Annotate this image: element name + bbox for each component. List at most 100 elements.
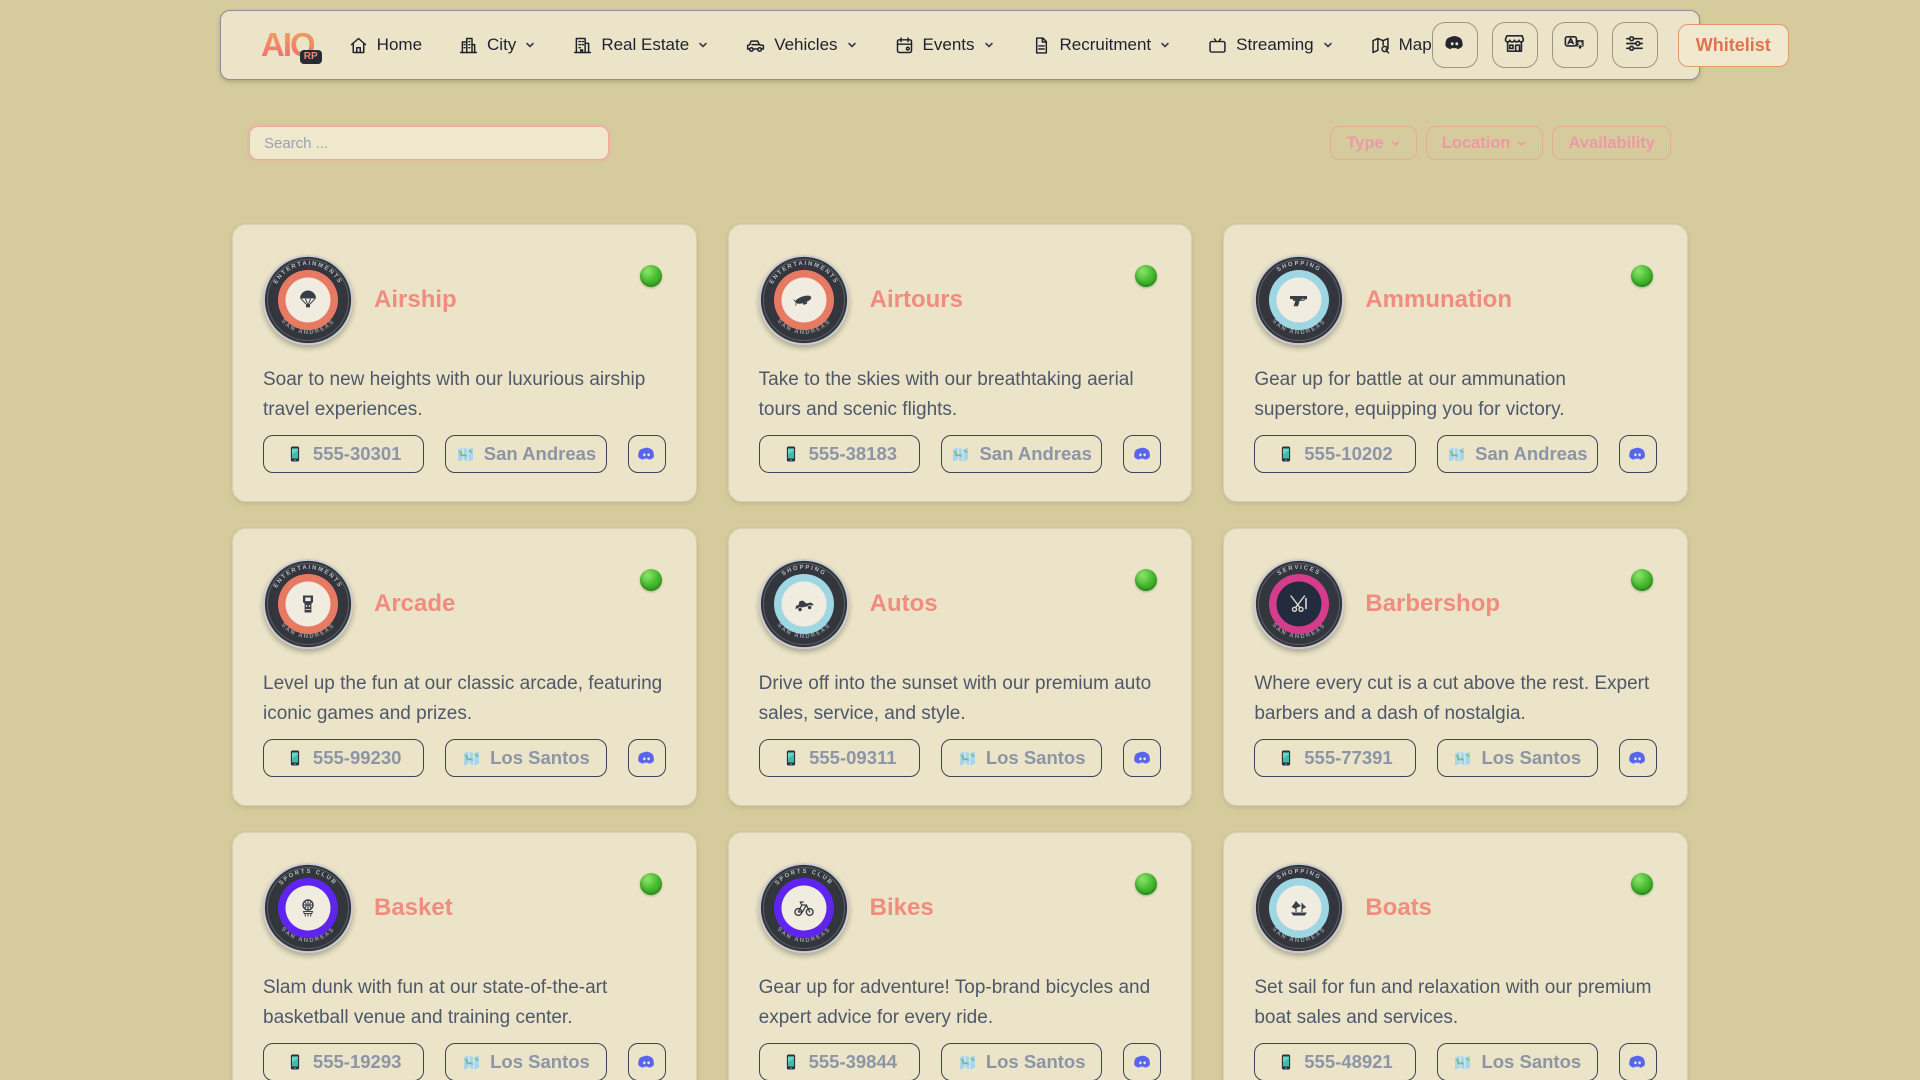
business-card-barbershop: SERVICES SAN ANDREAS Barbershop Where ev… bbox=[1223, 528, 1688, 806]
business-description: Soar to new heights with our luxurious a… bbox=[263, 365, 666, 426]
boats-logo-icon: SHOPPING SAN ANDREAS bbox=[1254, 863, 1344, 953]
phone-button[interactable]: 555-38183 bbox=[759, 435, 920, 473]
chevron-down-icon bbox=[1516, 138, 1527, 149]
business-description: Where every cut is a cut above the rest.… bbox=[1254, 669, 1657, 730]
phone-button[interactable]: 555-09311 bbox=[759, 739, 920, 777]
business-card-ammunation: SHOPPING SAN ANDREAS Ammunation Gear up … bbox=[1223, 224, 1688, 502]
world-map-icon bbox=[958, 749, 977, 768]
translate-icon bbox=[1563, 32, 1586, 58]
main-content: Type Location Availability ENTERTAINMENT… bbox=[232, 126, 1688, 1080]
status-indicator-online bbox=[640, 873, 662, 895]
basket-logo-icon: SPORTS CLUB SAN ANDREAS bbox=[263, 863, 353, 953]
translate-button[interactable] bbox=[1552, 22, 1598, 68]
phone-button[interactable]: 555-99230 bbox=[263, 739, 424, 777]
discord-button[interactable] bbox=[628, 435, 666, 473]
storefront-icon bbox=[1503, 32, 1526, 58]
chevron-down-icon bbox=[524, 39, 536, 51]
location-button[interactable]: Los Santos bbox=[445, 739, 606, 777]
business-title: Boats bbox=[1365, 894, 1432, 922]
chevron-down-icon bbox=[846, 39, 858, 51]
discord-icon bbox=[1132, 444, 1153, 465]
location-button[interactable]: San Andreas bbox=[941, 435, 1102, 473]
location-button[interactable]: Los Santos bbox=[941, 1043, 1102, 1080]
status-indicator-online bbox=[640, 265, 662, 287]
filter-type[interactable]: Type bbox=[1330, 126, 1416, 160]
phone-button[interactable]: 555-77391 bbox=[1254, 739, 1415, 777]
nav-item-streaming[interactable]: Streaming bbox=[1207, 35, 1333, 56]
discord-button[interactable] bbox=[628, 739, 666, 777]
discord-button[interactable] bbox=[1123, 739, 1161, 777]
business-description: Level up the fun at our classic arcade, … bbox=[263, 669, 666, 730]
status-indicator-online bbox=[640, 569, 662, 591]
location-button[interactable]: San Andreas bbox=[445, 435, 606, 473]
phone-button[interactable]: 555-48921 bbox=[1254, 1043, 1415, 1080]
mobile-phone-icon bbox=[782, 445, 800, 463]
location-button[interactable]: Los Santos bbox=[445, 1043, 606, 1080]
location-button[interactable]: Los Santos bbox=[941, 739, 1102, 777]
discord-button[interactable] bbox=[1432, 22, 1478, 68]
sliders-icon bbox=[1623, 32, 1646, 58]
filter-bar: Type Location Availability bbox=[1330, 126, 1671, 160]
world-map-icon bbox=[456, 445, 475, 464]
mobile-phone-icon bbox=[1277, 1053, 1295, 1071]
mobile-phone-icon bbox=[782, 1053, 800, 1071]
filter-availability[interactable]: Availability bbox=[1552, 126, 1671, 160]
sliders-button[interactable] bbox=[1612, 22, 1658, 68]
business-card-boats: SHOPPING SAN ANDREAS Boats Set sail for … bbox=[1223, 832, 1688, 1080]
business-card-autos: SHOPPING SAN ANDREAS Autos Drive off int… bbox=[728, 528, 1193, 806]
world-map-icon bbox=[1453, 1053, 1472, 1072]
discord-icon bbox=[1627, 1052, 1648, 1073]
discord-button[interactable] bbox=[1619, 739, 1657, 777]
location-button[interactable]: Los Santos bbox=[1437, 1043, 1598, 1080]
storefront-button[interactable] bbox=[1492, 22, 1538, 68]
mobile-phone-icon bbox=[286, 1053, 304, 1071]
mobile-phone-icon bbox=[1277, 445, 1295, 463]
business-title: Autos bbox=[870, 590, 938, 618]
discord-button[interactable] bbox=[1619, 435, 1657, 473]
filter-location[interactable]: Location bbox=[1426, 126, 1544, 160]
nav-item-map[interactable]: Map bbox=[1370, 35, 1432, 56]
location-button[interactable]: San Andreas bbox=[1437, 435, 1598, 473]
business-card-grid: ENTERTAINMENTS SAN ANDREAS Airship Soar … bbox=[232, 224, 1688, 1080]
toolbar: Type Location Availability bbox=[232, 126, 1688, 160]
business-card-basket: SPORTS CLUB SAN ANDREAS Basket Slam dunk… bbox=[232, 832, 697, 1080]
logo-rp-badge: RP bbox=[300, 50, 322, 64]
status-indicator-online bbox=[1135, 873, 1157, 895]
nav-item-recruitment[interactable]: Recruitment bbox=[1031, 35, 1172, 56]
map-icon bbox=[1370, 35, 1391, 56]
site-logo[interactable]: AIO RP bbox=[261, 26, 314, 64]
discord-button[interactable] bbox=[1123, 435, 1161, 473]
business-title: Ammunation bbox=[1365, 286, 1512, 314]
nav-item-events[interactable]: Events bbox=[894, 35, 995, 56]
discord-button[interactable] bbox=[1123, 1043, 1161, 1080]
discord-button[interactable] bbox=[628, 1043, 666, 1080]
business-description: Set sail for fun and relaxation with our… bbox=[1254, 973, 1657, 1034]
nav-item-home[interactable]: Home bbox=[348, 35, 422, 56]
phone-button[interactable]: 555-19293 bbox=[263, 1043, 424, 1080]
discord-icon bbox=[636, 1052, 657, 1073]
vehicles-icon bbox=[745, 35, 766, 56]
search-input[interactable] bbox=[249, 126, 609, 160]
discord-button[interactable] bbox=[1619, 1043, 1657, 1080]
mobile-phone-icon bbox=[782, 749, 800, 767]
nav-item-real-estate[interactable]: Real Estate bbox=[572, 35, 709, 56]
nav-item-vehicles[interactable]: Vehicles bbox=[745, 35, 857, 56]
discord-icon bbox=[1443, 32, 1466, 58]
whitelist-button[interactable]: Whitelist bbox=[1678, 24, 1789, 67]
autos-logo-icon: SHOPPING SAN ANDREAS bbox=[759, 559, 849, 649]
discord-icon bbox=[1627, 444, 1648, 465]
business-title: Arcade bbox=[374, 590, 455, 618]
business-title: Barbershop bbox=[1365, 590, 1500, 618]
business-description: Take to the skies with our breathtaking … bbox=[759, 365, 1162, 426]
nav-item-city[interactable]: City bbox=[458, 35, 536, 56]
location-button[interactable]: Los Santos bbox=[1437, 739, 1598, 777]
phone-button[interactable]: 555-10202 bbox=[1254, 435, 1415, 473]
navbar: AIO RP Home City Real Estate Vehicles Ev… bbox=[220, 10, 1700, 80]
nav-menu: Home City Real Estate Vehicles Events Re… bbox=[348, 35, 1432, 56]
phone-button[interactable]: 555-39844 bbox=[759, 1043, 920, 1080]
business-title: Airtours bbox=[870, 286, 963, 314]
status-indicator-online bbox=[1631, 873, 1653, 895]
business-title: Bikes bbox=[870, 894, 934, 922]
business-card-airtours: ENTERTAINMENTS SAN ANDREAS Airtours Take… bbox=[728, 224, 1193, 502]
phone-button[interactable]: 555-30301 bbox=[263, 435, 424, 473]
